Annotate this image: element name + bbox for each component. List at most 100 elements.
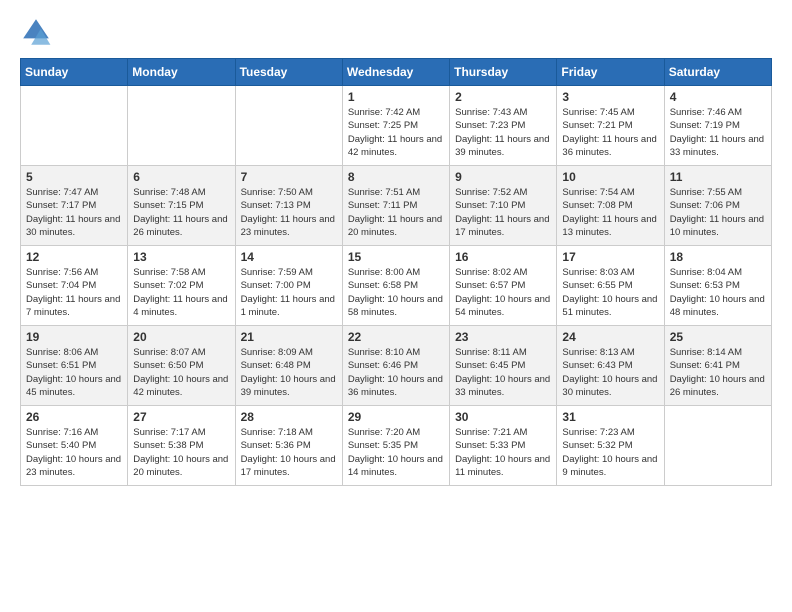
day-info: Sunrise: 8:04 AM Sunset: 6:53 PM Dayligh… xyxy=(670,266,766,319)
weekday-header-friday: Friday xyxy=(557,59,664,86)
day-info: Sunrise: 8:03 AM Sunset: 6:55 PM Dayligh… xyxy=(562,266,658,319)
day-info: Sunrise: 8:07 AM Sunset: 6:50 PM Dayligh… xyxy=(133,346,229,399)
calendar-cell: 19 Sunrise: 8:06 AM Sunset: 6:51 PM Dayli… xyxy=(21,326,128,406)
calendar-cell: 16 Sunrise: 8:02 AM Sunset: 6:57 PM Dayli… xyxy=(450,246,557,326)
day-info: Sunrise: 8:09 AM Sunset: 6:48 PM Dayligh… xyxy=(241,346,337,399)
day-info: Sunrise: 7:42 AM Sunset: 7:25 PM Dayligh… xyxy=(348,106,444,159)
calendar-cell xyxy=(235,86,342,166)
day-info: Sunrise: 8:11 AM Sunset: 6:45 PM Dayligh… xyxy=(455,346,551,399)
day-number: 18 xyxy=(670,250,766,264)
day-number: 6 xyxy=(133,170,229,184)
day-number: 9 xyxy=(455,170,551,184)
day-info: Sunrise: 8:13 AM Sunset: 6:43 PM Dayligh… xyxy=(562,346,658,399)
calendar-cell: 9 Sunrise: 7:52 AM Sunset: 7:10 PM Daylig… xyxy=(450,166,557,246)
calendar-cell: 30 Sunrise: 7:21 AM Sunset: 5:33 PM Dayli… xyxy=(450,406,557,486)
calendar-cell: 21 Sunrise: 8:09 AM Sunset: 6:48 PM Dayli… xyxy=(235,326,342,406)
day-info: Sunrise: 8:10 AM Sunset: 6:46 PM Dayligh… xyxy=(348,346,444,399)
day-number: 20 xyxy=(133,330,229,344)
day-number: 22 xyxy=(348,330,444,344)
day-info: Sunrise: 7:58 AM Sunset: 7:02 PM Dayligh… xyxy=(133,266,229,319)
day-info: Sunrise: 8:02 AM Sunset: 6:57 PM Dayligh… xyxy=(455,266,551,319)
day-number: 21 xyxy=(241,330,337,344)
day-number: 3 xyxy=(562,90,658,104)
day-info: Sunrise: 7:59 AM Sunset: 7:00 PM Dayligh… xyxy=(241,266,337,319)
week-row-1: 1 Sunrise: 7:42 AM Sunset: 7:25 PM Daylig… xyxy=(21,86,772,166)
day-number: 10 xyxy=(562,170,658,184)
day-number: 28 xyxy=(241,410,337,424)
day-number: 8 xyxy=(348,170,444,184)
week-row-3: 12 Sunrise: 7:56 AM Sunset: 7:04 PM Dayli… xyxy=(21,246,772,326)
day-number: 7 xyxy=(241,170,337,184)
day-number: 1 xyxy=(348,90,444,104)
day-number: 23 xyxy=(455,330,551,344)
day-info: Sunrise: 7:51 AM Sunset: 7:11 PM Dayligh… xyxy=(348,186,444,239)
week-row-5: 26 Sunrise: 7:16 AM Sunset: 5:40 PM Dayli… xyxy=(21,406,772,486)
day-info: Sunrise: 7:23 AM Sunset: 5:32 PM Dayligh… xyxy=(562,426,658,479)
day-number: 4 xyxy=(670,90,766,104)
calendar-cell: 1 Sunrise: 7:42 AM Sunset: 7:25 PM Daylig… xyxy=(342,86,449,166)
day-number: 15 xyxy=(348,250,444,264)
calendar-cell: 7 Sunrise: 7:50 AM Sunset: 7:13 PM Daylig… xyxy=(235,166,342,246)
calendar-cell: 25 Sunrise: 8:14 AM Sunset: 6:41 PM Dayli… xyxy=(664,326,771,406)
logo xyxy=(20,16,56,48)
day-info: Sunrise: 7:50 AM Sunset: 7:13 PM Dayligh… xyxy=(241,186,337,239)
day-info: Sunrise: 8:06 AM Sunset: 6:51 PM Dayligh… xyxy=(26,346,122,399)
calendar-cell xyxy=(128,86,235,166)
calendar-cell: 13 Sunrise: 7:58 AM Sunset: 7:02 PM Dayli… xyxy=(128,246,235,326)
calendar-cell: 11Sunrise: 7:55 AM Sunset: 7:06 PM Dayli… xyxy=(664,166,771,246)
page: SundayMondayTuesdayWednesdayThursdayFrid… xyxy=(0,0,792,612)
calendar-cell: 20 Sunrise: 8:07 AM Sunset: 6:50 PM Dayli… xyxy=(128,326,235,406)
weekday-header-saturday: Saturday xyxy=(664,59,771,86)
calendar-cell: 23 Sunrise: 8:11 AM Sunset: 6:45 PM Dayli… xyxy=(450,326,557,406)
weekday-header-thursday: Thursday xyxy=(450,59,557,86)
calendar-cell: 14 Sunrise: 7:59 AM Sunset: 7:00 PM Dayli… xyxy=(235,246,342,326)
weekday-header-sunday: Sunday xyxy=(21,59,128,86)
calendar-cell: 18 Sunrise: 8:04 AM Sunset: 6:53 PM Dayli… xyxy=(664,246,771,326)
day-number: 26 xyxy=(26,410,122,424)
day-number: 24 xyxy=(562,330,658,344)
day-number: 25 xyxy=(670,330,766,344)
day-number: 30 xyxy=(455,410,551,424)
calendar-cell: 2Sunrise: 7:43 AM Sunset: 7:23 PM Daylig… xyxy=(450,86,557,166)
calendar-cell: 26 Sunrise: 7:16 AM Sunset: 5:40 PM Dayli… xyxy=(21,406,128,486)
day-info: Sunrise: 8:00 AM Sunset: 6:58 PM Dayligh… xyxy=(348,266,444,319)
day-number: 2 xyxy=(455,90,551,104)
day-info: Sunrise: 7:16 AM Sunset: 5:40 PM Dayligh… xyxy=(26,426,122,479)
calendar-cell: 3 Sunrise: 7:45 AM Sunset: 7:21 PM Daylig… xyxy=(557,86,664,166)
day-number: 19 xyxy=(26,330,122,344)
day-number: 11 xyxy=(670,170,766,184)
calendar-cell: 15 Sunrise: 8:00 AM Sunset: 6:58 PM Dayli… xyxy=(342,246,449,326)
day-info: Sunrise: 7:45 AM Sunset: 7:21 PM Dayligh… xyxy=(562,106,658,159)
day-number: 29 xyxy=(348,410,444,424)
day-info: Sunrise: 7:21 AM Sunset: 5:33 PM Dayligh… xyxy=(455,426,551,479)
day-number: 17 xyxy=(562,250,658,264)
calendar-cell: 8 Sunrise: 7:51 AM Sunset: 7:11 PM Daylig… xyxy=(342,166,449,246)
calendar-cell: 29 Sunrise: 7:20 AM Sunset: 5:35 PM Dayli… xyxy=(342,406,449,486)
day-number: 13 xyxy=(133,250,229,264)
day-number: 14 xyxy=(241,250,337,264)
day-number: 12 xyxy=(26,250,122,264)
weekday-header-wednesday: Wednesday xyxy=(342,59,449,86)
day-number: 16 xyxy=(455,250,551,264)
day-info: Sunrise: 7:56 AM Sunset: 7:04 PM Dayligh… xyxy=(26,266,122,319)
calendar-cell: 27Sunrise: 7:17 AM Sunset: 5:38 PM Dayli… xyxy=(128,406,235,486)
day-info: Sunrise: 8:14 AM Sunset: 6:41 PM Dayligh… xyxy=(670,346,766,399)
day-info: Sunrise: 7:20 AM Sunset: 5:35 PM Dayligh… xyxy=(348,426,444,479)
day-info: Sunrise: 7:18 AM Sunset: 5:36 PM Dayligh… xyxy=(241,426,337,479)
calendar-cell: 28 Sunrise: 7:18 AM Sunset: 5:36 PM Dayli… xyxy=(235,406,342,486)
calendar-cell: 5 Sunrise: 7:47 AM Sunset: 7:17 PM Daylig… xyxy=(21,166,128,246)
week-row-4: 19 Sunrise: 8:06 AM Sunset: 6:51 PM Dayli… xyxy=(21,326,772,406)
weekday-header-row: SundayMondayTuesdayWednesdayThursdayFrid… xyxy=(21,59,772,86)
day-number: 31 xyxy=(562,410,658,424)
weekday-header-monday: Monday xyxy=(128,59,235,86)
day-number: 5 xyxy=(26,170,122,184)
day-info: Sunrise: 7:17 AM Sunset: 5:38 PM Dayligh… xyxy=(133,426,229,479)
calendar-cell: 24 Sunrise: 8:13 AM Sunset: 6:43 PM Dayli… xyxy=(557,326,664,406)
day-info: Sunrise: 7:48 AM Sunset: 7:15 PM Dayligh… xyxy=(133,186,229,239)
calendar-cell: 12 Sunrise: 7:56 AM Sunset: 7:04 PM Dayli… xyxy=(21,246,128,326)
day-info: Sunrise: 7:47 AM Sunset: 7:17 PM Dayligh… xyxy=(26,186,122,239)
header xyxy=(20,16,772,48)
day-info: Sunrise: 7:54 AM Sunset: 7:08 PM Dayligh… xyxy=(562,186,658,239)
calendar-cell xyxy=(21,86,128,166)
day-info: Sunrise: 7:52 AM Sunset: 7:10 PM Dayligh… xyxy=(455,186,551,239)
